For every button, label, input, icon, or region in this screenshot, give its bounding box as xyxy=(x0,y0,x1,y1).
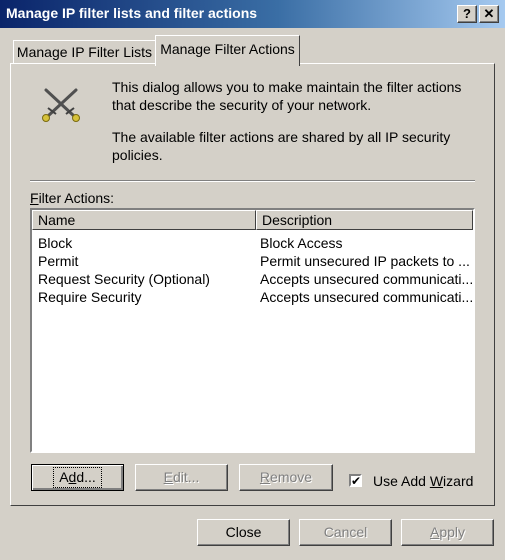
list-item[interactable]: Block Block Access xyxy=(32,234,473,252)
list-item-name: Block xyxy=(38,235,73,251)
use-add-wizard-label[interactable]: Use Add Wizard xyxy=(373,473,473,489)
list-item-description: Permit unsecured IP packets to ... xyxy=(260,253,470,269)
list-item[interactable]: Require Security Accepts unsecured commu… xyxy=(32,288,473,306)
use-add-wizard-checkbox[interactable]: ✔ xyxy=(349,474,362,487)
list-item[interactable]: Request Security (Optional) Accepts unse… xyxy=(32,270,473,288)
title-bar[interactable]: Manage IP filter lists and filter action… xyxy=(0,0,505,28)
list-item-description: Accepts unsecured communicati... xyxy=(260,271,474,287)
list-item-name: Require Security xyxy=(38,289,142,305)
column-header-description[interactable]: Description xyxy=(256,210,473,230)
list-item-description: Block Access xyxy=(260,235,343,251)
list-item-name: Permit xyxy=(38,253,79,269)
list-item-description: Accepts unsecured communicati... xyxy=(260,289,474,305)
remove-button[interactable]: Remove xyxy=(239,464,333,491)
close-button[interactable]: Close xyxy=(197,519,290,546)
tab-manage-ip-filter-lists[interactable]: Manage IP Filter Lists xyxy=(13,40,156,64)
add-button[interactable]: Add... xyxy=(31,464,124,491)
list-item-name: Request Security (Optional) xyxy=(38,271,210,287)
close-icon: ✕ xyxy=(483,6,495,21)
list-item[interactable]: Permit Permit unsecured IP packets to ..… xyxy=(32,252,473,270)
help-icon: ? xyxy=(463,6,471,21)
close-window-button[interactable]: ✕ xyxy=(479,5,499,23)
tab-manage-filter-actions[interactable]: Manage Filter Actions xyxy=(155,35,300,66)
filter-actions-list[interactable]: Name Description Block Block Access Perm… xyxy=(30,208,475,453)
edit-button[interactable]: Edit... xyxy=(135,464,228,491)
separator xyxy=(30,180,475,182)
crossed-swords-icon xyxy=(42,88,80,122)
filter-actions-label: Filter Actions: xyxy=(30,190,115,206)
description-text: This dialog allows you to make maintain … xyxy=(112,79,462,113)
help-button[interactable]: ? xyxy=(457,5,477,23)
shared-note-text: The available filter actions are shared … xyxy=(112,129,451,163)
window-title: Manage IP filter lists and filter action… xyxy=(6,5,258,21)
column-header-name[interactable]: Name xyxy=(32,210,256,230)
apply-button[interactable]: Apply xyxy=(401,519,494,546)
list-header: Name Description xyxy=(32,210,473,230)
cancel-button[interactable]: Cancel xyxy=(299,519,392,546)
